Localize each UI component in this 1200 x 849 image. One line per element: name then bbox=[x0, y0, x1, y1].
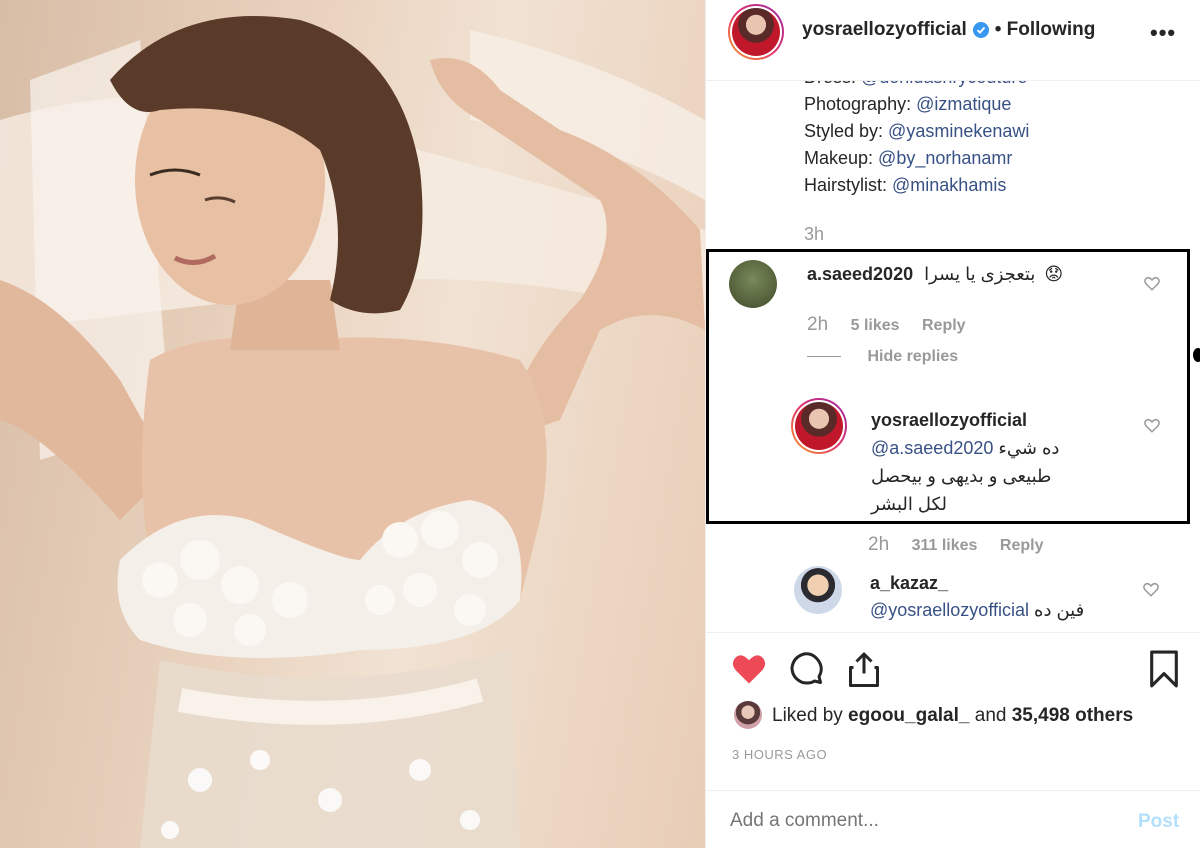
divider-line bbox=[807, 356, 841, 358]
caption-mention[interactable]: @minakhamis bbox=[892, 175, 1006, 195]
reply-text-line-2: طبيعى و بديهى و بيحصل bbox=[871, 466, 1052, 486]
liked-heart-icon[interactable] bbox=[730, 651, 768, 685]
reply-body: yosraellozyofficial @a.saeed2020 ده شيء … bbox=[871, 406, 1141, 518]
highlighted-comment-thread: a.saeed2020 بتعجزى يا يسرا 😟 2h 5 likes … bbox=[706, 249, 1190, 524]
caption-line: Hairstylist: @minakhamis bbox=[804, 175, 1007, 195]
reply-username[interactable]: yosraellozyofficial bbox=[871, 406, 1141, 434]
ellipsis-icon[interactable]: ••• bbox=[1150, 20, 1176, 46]
comment-text: بتعجزى يا يسرا bbox=[924, 264, 1036, 284]
comment-likes[interactable]: 5 likes bbox=[851, 317, 900, 334]
comment-time: 2h bbox=[807, 314, 829, 335]
like-comment-2-icon[interactable] bbox=[1142, 580, 1160, 598]
reply-text-line-1: ده شيء bbox=[998, 438, 1060, 458]
comment-reply-button[interactable]: Reply bbox=[922, 317, 966, 334]
comment-bubble-icon[interactable] bbox=[788, 651, 826, 687]
share-icon[interactable] bbox=[846, 649, 882, 689]
author-username[interactable]: yosraellozyofficial bbox=[802, 19, 967, 41]
post-photo[interactable] bbox=[0, 0, 705, 848]
post-timestamp: 3 HOURS AGO bbox=[732, 747, 828, 762]
post-header: yosraellozyofficial • Following ••• bbox=[706, 0, 1200, 81]
comment-2-text: فين ده bbox=[1034, 600, 1085, 620]
comment-2-body: a_kazaz_ @yosraellozyofficial فين ده bbox=[870, 570, 1084, 624]
caption-line: Makeup: @by_norhanamr bbox=[804, 148, 1013, 168]
save-bookmark-icon[interactable] bbox=[1148, 649, 1180, 689]
hide-replies-button[interactable]: Hide replies bbox=[867, 348, 958, 365]
comment-2-mention[interactable]: @yosraellozyofficial bbox=[870, 600, 1029, 620]
liker-avatar[interactable] bbox=[734, 701, 762, 729]
reply-mention[interactable]: @a.saeed2020 bbox=[871, 438, 993, 458]
likes-summary: Liked by egoou_galal_ and 35,498 others bbox=[772, 705, 1133, 727]
reply-time: 2h bbox=[868, 534, 890, 555]
reply-likes[interactable]: 311 likes bbox=[912, 537, 978, 554]
scroll-indicator bbox=[1193, 348, 1200, 362]
author-row: yosraellozyofficial • Following bbox=[802, 19, 1095, 41]
commenter-avatar[interactable] bbox=[729, 260, 777, 308]
comment-username[interactable]: a.saeed2020 bbox=[807, 264, 913, 284]
liked-others-count[interactable]: 35,498 others bbox=[1012, 705, 1133, 726]
comment-meta: 2h 5 likes Reply bbox=[807, 314, 984, 336]
add-comment-input[interactable] bbox=[728, 805, 1112, 837]
reply-meta: 2h 311 likes Reply bbox=[868, 534, 1061, 556]
caption-line: Styled by: @yasminekenawi bbox=[804, 121, 1030, 141]
post-comment-button[interactable]: Post bbox=[1138, 811, 1179, 833]
add-comment-bar: Post bbox=[706, 790, 1200, 849]
reply-text-line-3: لكل البشر bbox=[871, 494, 947, 514]
post-caption: Dress: @donidashrycouture Photography: @… bbox=[804, 64, 1029, 199]
liked-and-label: and bbox=[969, 705, 1012, 726]
like-comment-icon[interactable] bbox=[1143, 274, 1161, 292]
hide-replies-row[interactable]: Hide replies bbox=[807, 348, 976, 366]
liked-by-label: Liked by bbox=[772, 705, 849, 726]
worried-emoji: 😟 bbox=[1044, 264, 1064, 284]
post-actions: Liked by egoou_galal_ and 35,498 others … bbox=[706, 632, 1200, 773]
reply-author-avatar[interactable] bbox=[791, 398, 847, 454]
post-side-panel: yosraellozyofficial • Following ••• Dres… bbox=[705, 0, 1200, 848]
author-avatar[interactable] bbox=[728, 4, 784, 60]
commenter-avatar[interactable] bbox=[794, 566, 842, 614]
caption-line: Photography: @izmatique bbox=[804, 94, 1012, 114]
liked-by-user[interactable]: egoou_galal_ bbox=[848, 705, 969, 726]
follow-status[interactable]: • Following bbox=[995, 19, 1096, 41]
comment-2-username[interactable]: a_kazaz_ bbox=[870, 570, 1084, 597]
caption-mention[interactable]: @yasminekenawi bbox=[888, 121, 1029, 141]
caption-mention[interactable]: @izmatique bbox=[916, 94, 1011, 114]
post-photo-illustration bbox=[0, 16, 705, 848]
like-reply-icon[interactable] bbox=[1143, 416, 1161, 434]
caption-timestamp: 3h bbox=[804, 224, 825, 244]
comment-row: a.saeed2020 بتعجزى يا يسرا 😟 bbox=[807, 264, 1063, 285]
reply-reply-button[interactable]: Reply bbox=[1000, 537, 1044, 554]
verified-icon bbox=[972, 22, 989, 38]
caption-mention[interactable]: @by_norhanamr bbox=[878, 148, 1012, 168]
